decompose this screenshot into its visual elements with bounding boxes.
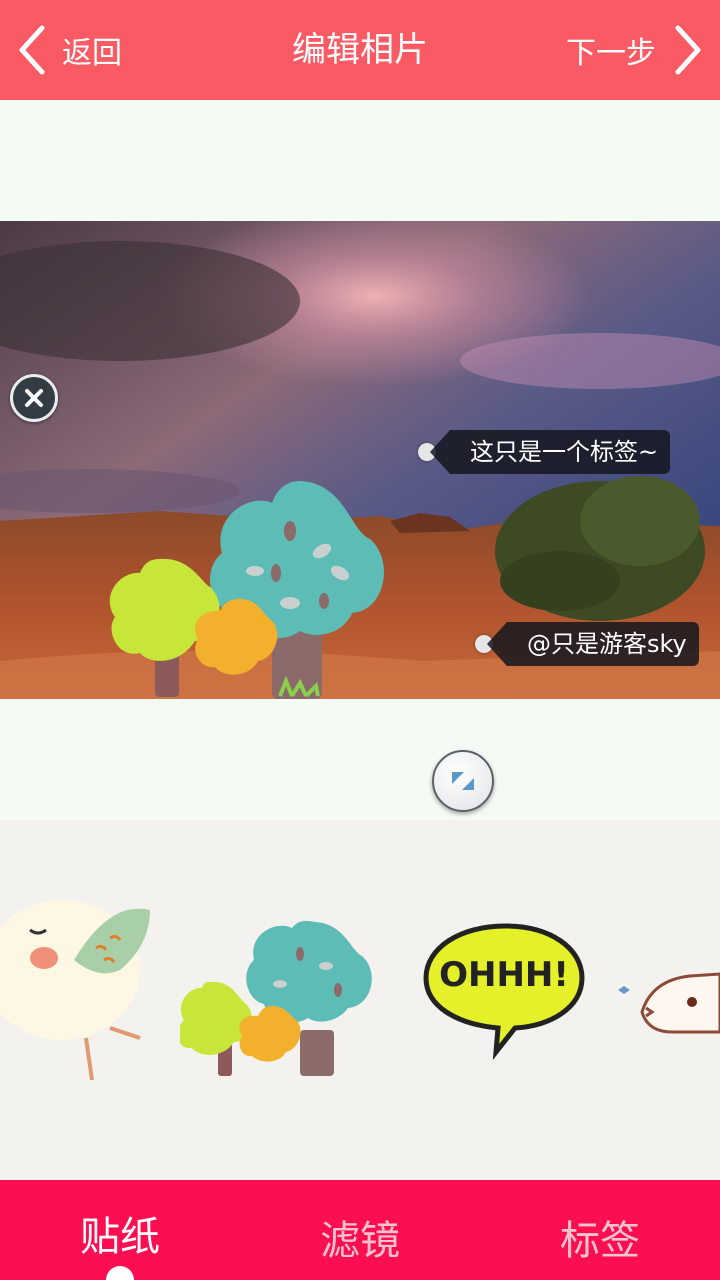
bird-sticker[interactable] — [0, 900, 160, 1100]
back-label: 返回 — [62, 36, 122, 71]
back-button[interactable]: 返回 — [14, 22, 122, 78]
tag-label: 这只是一个标签~ — [429, 430, 671, 474]
tab-label: 标签 — [560, 1218, 640, 1264]
photo-tag[interactable]: 这只是一个标签~ — [418, 430, 671, 474]
top-bar: 返回 编辑相片 下一步 — [0, 0, 720, 100]
rotate-scale-handle[interactable] — [432, 750, 494, 812]
next-step-button[interactable]: 下一步 — [566, 22, 706, 78]
tab-label: 贴纸 — [80, 1214, 160, 1260]
next-step-label: 下一步 — [566, 36, 656, 71]
ohhh-speech-bubble-sticker[interactable]: OHHH! — [420, 920, 590, 1060]
tab-tags[interactable]: 标签 — [480, 1180, 720, 1280]
sticker-tray: OHHH! — [0, 820, 720, 1180]
ohhh-text: OHHH! — [439, 955, 569, 995]
chevron-left-icon — [19, 25, 45, 75]
photo-tag[interactable]: @只是游客sky — [475, 622, 699, 666]
tag-label: @只是游客sky — [487, 622, 699, 666]
trees-sticker[interactable] — [180, 920, 380, 1080]
tab-filters[interactable]: 滤镜 — [240, 1180, 480, 1280]
tab-label: 滤镜 — [320, 1218, 400, 1264]
tab-stickers[interactable]: 贴纸 — [0, 1180, 240, 1280]
chevron-right-icon — [675, 25, 701, 75]
cat-sticker[interactable] — [612, 960, 720, 1040]
rotate-scale-icon — [452, 772, 474, 790]
remove-sticker-button[interactable] — [10, 374, 58, 422]
close-x-icon — [25, 389, 43, 407]
active-tab-indicator — [106, 1266, 134, 1280]
bottom-tab-bar: 贴纸 滤镜 标签 — [0, 1180, 720, 1280]
